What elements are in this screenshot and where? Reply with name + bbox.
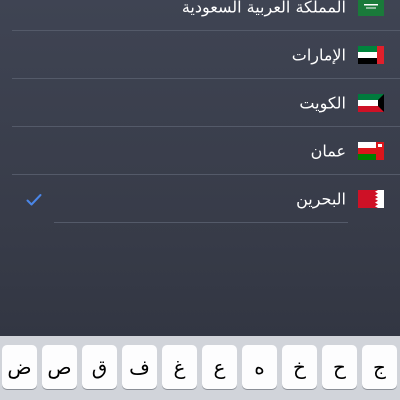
checkmark-icon (26, 192, 42, 206)
key-haa[interactable]: ح (322, 345, 357, 389)
country-row-oman[interactable]: عمان (0, 127, 400, 175)
country-row-uae[interactable]: الإمارات (0, 31, 400, 79)
key-jeem[interactable]: ج (362, 345, 397, 389)
oman-flag-icon (358, 142, 384, 160)
saudi-arabia-flag-icon (358, 0, 384, 16)
row-separator (54, 222, 348, 223)
kuwait-flag-icon (358, 94, 384, 112)
bahrain-flag-icon (358, 190, 384, 208)
country-list: المملكة العربية السعودية الإمارات الكويت (0, 0, 400, 336)
key-khaa[interactable]: خ (282, 345, 317, 389)
key-sad[interactable]: ص (42, 345, 77, 389)
country-label-oman: عمان (310, 141, 346, 161)
country-row-saudi-arabia[interactable]: المملكة العربية السعودية (0, 0, 400, 31)
key-faa[interactable]: ف (122, 345, 157, 389)
country-row-kuwait[interactable]: الكويت (0, 79, 400, 127)
uae-flag-icon (358, 46, 384, 64)
key-dad[interactable]: ض (2, 345, 37, 389)
country-label-saudi-arabia: المملكة العربية السعودية (181, 0, 346, 17)
arabic-keyboard: ج ح خ ه ع غ ف ق ص ض (0, 336, 400, 400)
key-ghain[interactable]: غ (162, 345, 197, 389)
country-row-bahrain[interactable]: البحرين (0, 175, 400, 223)
country-label-uae: الإمارات (291, 45, 346, 65)
key-qaf[interactable]: ق (82, 345, 117, 389)
country-label-bahrain: البحرين (296, 189, 346, 209)
key-ha[interactable]: ه (242, 345, 277, 389)
key-ain[interactable]: ع (202, 345, 237, 389)
country-label-kuwait: الكويت (299, 93, 346, 113)
